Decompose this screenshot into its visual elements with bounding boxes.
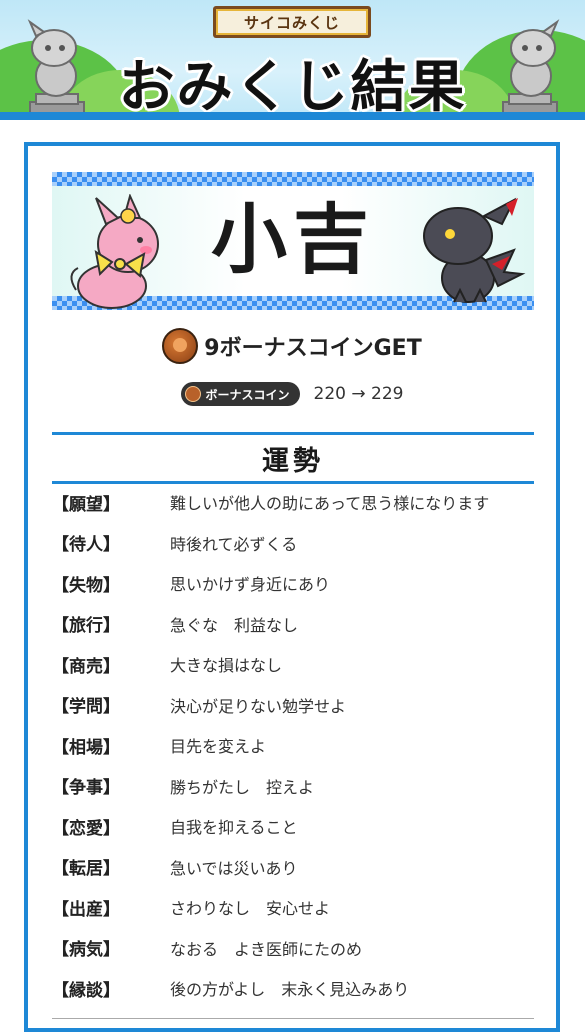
- bottom-divider: [52, 1018, 534, 1019]
- bonus-coin-change: 220 → 229: [313, 384, 404, 404]
- luck-description: 自我を抑えること: [170, 818, 298, 838]
- dark-dragon-icon: [423, 197, 526, 303]
- luck-description: 急ぐな 利益なし: [170, 615, 299, 635]
- luck-category: 【失物】: [52, 575, 120, 596]
- bonus-coin-label: ボーナスコイン: [205, 387, 290, 402]
- luck-category: 【病気】: [52, 940, 120, 961]
- list-item: 【学問】 決心が足りない勉学せよ: [52, 685, 542, 726]
- luck-description: 決心が足りない勉学せよ: [170, 696, 347, 716]
- coin-icon: [162, 328, 199, 364]
- luck-category: 【縁談】: [52, 980, 120, 1001]
- list-item: 【縁談】 後の方がよし 末永く見込みあり: [52, 968, 542, 1009]
- result-card: 小吉 9ボーナスコインGET ボーナスコイン 220 → 229 運勢 【願望】…: [24, 142, 560, 1032]
- luck-category: 【恋愛】: [52, 818, 120, 839]
- coin-reward-text: 9ボーナスコインGET: [204, 336, 422, 361]
- luck-category: 【願望】: [52, 494, 120, 515]
- ribbon-label: サイコみくじ: [216, 9, 368, 35]
- luck-description: 難しいが他人の助にあって思う様になります: [170, 494, 490, 514]
- luck-category: 【争事】: [52, 778, 120, 799]
- header-banner: サイコみくじ おみくじ結果: [0, 0, 585, 120]
- luck-list: 【願望】 難しいが他人の助にあって思う様になります 【待人】 時後れて必ずくる 【失…: [52, 482, 542, 1009]
- list-item: 【病気】 なおる よき医師にたのめ: [52, 928, 542, 969]
- bonus-coin-badge: ボーナスコイン: [180, 382, 300, 406]
- luck-description: さわりなし 安心せよ: [170, 899, 331, 919]
- luck-description: 後の方がよし 末永く見込みあり: [170, 980, 410, 1000]
- luck-category: 【出産】: [52, 899, 120, 920]
- list-item: 【相場】 目先を変えよ: [52, 725, 542, 766]
- luck-description: 急いでは災いあり: [170, 858, 298, 878]
- list-item: 【争事】 勝ちがたし 控えよ: [52, 766, 542, 807]
- luck-description: 目先を変えよ: [170, 737, 267, 757]
- luck-description: なおる よき医師にたのめ: [170, 939, 363, 959]
- luck-category: 【学問】: [52, 697, 120, 718]
- luck-category: 【商売】: [52, 656, 120, 677]
- list-item: 【出産】 さわりなし 安心せよ: [52, 887, 542, 928]
- header-divider: [0, 112, 585, 120]
- header-ribbon: サイコみくじ: [213, 6, 371, 38]
- list-item: 【恋愛】 自我を抑えること: [52, 806, 542, 847]
- luck-category: 【転居】: [52, 859, 120, 880]
- coin-reward: 9ボーナスコインGET: [28, 328, 556, 364]
- luck-category: 【待人】: [52, 535, 120, 556]
- luck-section-heading: 運勢: [52, 432, 534, 484]
- list-item: 【商売】 大きな損はなし: [52, 644, 542, 685]
- fortune-banner: 小吉: [52, 172, 534, 310]
- list-item: 【旅行】 急ぐな 利益なし: [52, 604, 542, 645]
- luck-category: 【相場】: [52, 737, 120, 758]
- bonus-coin-status: ボーナスコイン 220 → 229: [28, 382, 556, 406]
- luck-category: 【旅行】: [52, 616, 120, 637]
- page-title: おみくじ結果: [118, 55, 467, 120]
- list-item: 【失物】 思いかけず身近にあり: [52, 563, 542, 604]
- list-item: 【願望】 難しいが他人の助にあって思う様になります: [52, 482, 542, 523]
- luck-description: 思いかけず身近にあり: [170, 575, 331, 595]
- coin-icon: [184, 386, 201, 402]
- list-item: 【転居】 急いでは災いあり: [52, 847, 542, 888]
- luck-description: 時後れて必ずくる: [170, 534, 298, 554]
- luck-description: 大きな損はなし: [170, 656, 283, 676]
- luck-description: 勝ちがたし 控えよ: [170, 777, 315, 797]
- checker-border-top: [52, 172, 534, 186]
- list-item: 【待人】 時後れて必ずくる: [52, 523, 542, 564]
